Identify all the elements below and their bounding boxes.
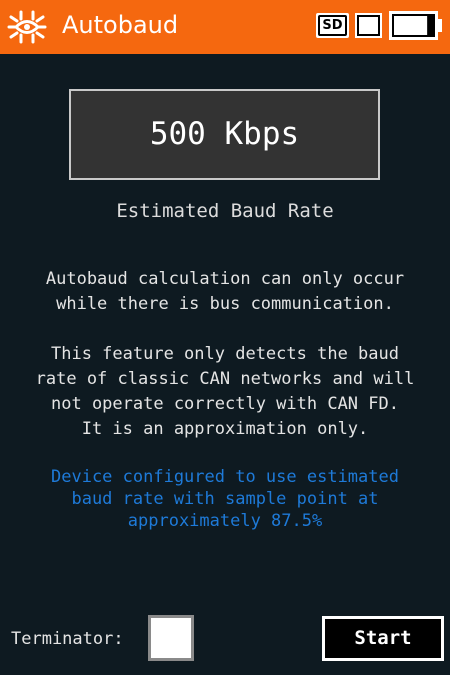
info-paragraph-sample-point: Device configured to use estimated baud … bbox=[0, 466, 450, 532]
info-line: not operate correctly with CAN FD. bbox=[51, 394, 399, 414]
info-line: This feature only detects the baud bbox=[51, 344, 399, 364]
info-line: while there is bus communication. bbox=[56, 294, 394, 314]
start-button[interactable]: Start bbox=[322, 616, 444, 661]
baud-rate-value: 500 Kbps bbox=[149, 116, 300, 152]
sd-card-icon: SD bbox=[316, 13, 349, 38]
info-line: baud rate with sample point at bbox=[71, 489, 379, 509]
info-line: It is an approximation only. bbox=[81, 419, 369, 439]
status-box-icon bbox=[355, 13, 382, 38]
baud-rate-label: Estimated Baud Rate bbox=[116, 200, 334, 222]
info-line: Device configured to use estimated bbox=[51, 467, 399, 487]
header-bar: Autobaud SD bbox=[0, 0, 450, 54]
terminator-checkbox[interactable] bbox=[148, 615, 194, 661]
terminator-label: Terminator: bbox=[11, 629, 124, 649]
circuit-chip-logo-icon bbox=[7, 10, 47, 44]
baud-rate-display: 500 Kbps bbox=[69, 89, 380, 180]
page-title: Autobaud bbox=[62, 11, 179, 39]
info-line: rate of classic CAN networks and will bbox=[35, 369, 415, 389]
info-paragraph-can-fd: This feature only detects the baud rate … bbox=[0, 342, 450, 442]
battery-icon bbox=[389, 11, 442, 40]
info-line: approximately 87.5% bbox=[127, 511, 323, 531]
sd-card-label: SD bbox=[318, 15, 347, 36]
info-paragraph-bus: Autobaud calculation can only occur whil… bbox=[0, 267, 450, 317]
info-line: Autobaud calculation can only occur bbox=[45, 269, 405, 289]
